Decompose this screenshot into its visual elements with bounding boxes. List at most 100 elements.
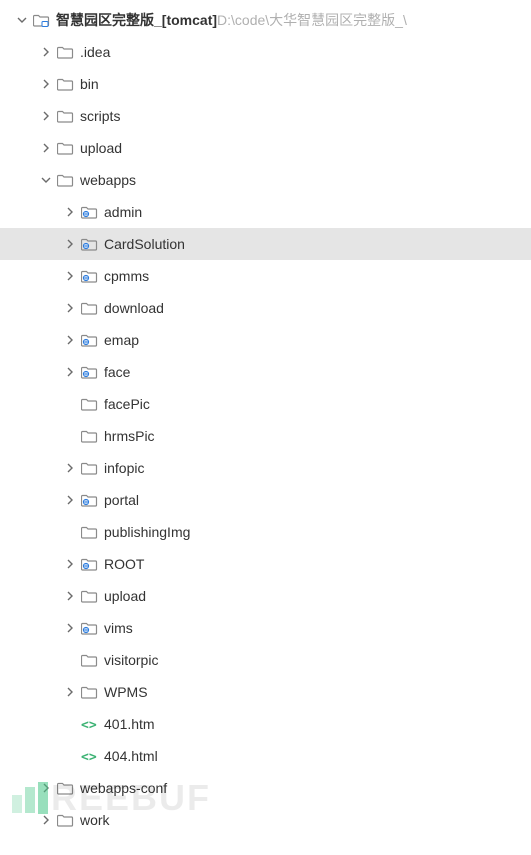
folder-icon xyxy=(80,459,98,477)
web-folder-icon xyxy=(80,235,98,253)
tree-node-label: upload xyxy=(104,588,146,604)
tree-node-label: upload xyxy=(80,140,122,156)
web-folder-icon xyxy=(80,203,98,221)
folder-icon xyxy=(56,139,74,157)
chevron-right-icon[interactable] xyxy=(62,556,78,572)
tree-node-label: webapps-conf xyxy=(80,780,167,796)
web-folder-icon xyxy=(80,555,98,573)
project-tag: [tomcat] xyxy=(162,12,217,28)
tree-node-label: infopic xyxy=(104,460,144,476)
folder-icon xyxy=(56,75,74,93)
web-folder-icon xyxy=(80,363,98,381)
tree-node-label: face xyxy=(104,364,130,380)
folder-icon xyxy=(80,523,98,541)
tree-row[interactable]: work xyxy=(0,804,531,836)
folder-icon xyxy=(80,683,98,701)
tree-row[interactable]: visitorpic xyxy=(0,644,531,676)
chevron-right-icon[interactable] xyxy=(62,460,78,476)
tree-node-label: vims xyxy=(104,620,133,636)
tree-row[interactable]: admin xyxy=(0,196,531,228)
tree-node-label: facePic xyxy=(104,396,150,412)
tree-node-label: visitorpic xyxy=(104,652,158,668)
tree-row[interactable]: download xyxy=(0,292,531,324)
web-folder-icon xyxy=(80,331,98,349)
chevron-right-icon[interactable] xyxy=(38,44,54,60)
folder-icon xyxy=(56,171,74,189)
chevron-right-icon[interactable] xyxy=(62,588,78,604)
folder-icon xyxy=(80,395,98,413)
project-path: D:\code\大华智慧园区完整版_\ xyxy=(217,10,407,30)
tree-row[interactable]: upload xyxy=(0,132,531,164)
tree-row[interactable]: <> 404.html xyxy=(0,740,531,772)
chevron-right-icon[interactable] xyxy=(62,620,78,636)
tree-node-label: hrmsPic xyxy=(104,428,155,444)
tree-row[interactable]: vims xyxy=(0,612,531,644)
tree-row[interactable]: WPMS xyxy=(0,676,531,708)
tree-node-label: WPMS xyxy=(104,684,148,700)
tree-row[interactable]: <> 401.htm xyxy=(0,708,531,740)
html-file-icon: <> xyxy=(80,715,98,733)
tree-row[interactable]: facePic xyxy=(0,388,531,420)
chevron-right-icon[interactable] xyxy=(62,236,78,252)
tree-row[interactable]: portal xyxy=(0,484,531,516)
tree-node-label: cpmms xyxy=(104,268,149,284)
tree-node-label: work xyxy=(80,812,110,828)
tree-row[interactable]: emap xyxy=(0,324,531,356)
folder-icon xyxy=(56,43,74,61)
folder-icon xyxy=(56,107,74,125)
tree-node-label: download xyxy=(104,300,164,316)
chevron-right-icon[interactable] xyxy=(62,268,78,284)
folder-icon xyxy=(80,651,98,669)
tree-row[interactable]: bin xyxy=(0,68,531,100)
tree-row[interactable]: .idea xyxy=(0,36,531,68)
tree-row[interactable]: scripts xyxy=(0,100,531,132)
tree-node-label: publishingImg xyxy=(104,524,190,540)
chevron-right-icon[interactable] xyxy=(38,108,54,124)
folder-icon xyxy=(80,299,98,317)
web-folder-icon xyxy=(80,267,98,285)
web-folder-icon xyxy=(80,619,98,637)
tree-node-label: CardSolution xyxy=(104,236,185,252)
chevron-right-icon[interactable] xyxy=(38,140,54,156)
tree-row[interactable]: publishingImg xyxy=(0,516,531,548)
chevron-right-icon[interactable] xyxy=(62,204,78,220)
tree-node-label: emap xyxy=(104,332,139,348)
chevron-right-icon[interactable] xyxy=(38,812,54,828)
tree-node-label: bin xyxy=(80,76,99,92)
chevron-right-icon[interactable] xyxy=(62,684,78,700)
folder-icon xyxy=(80,427,98,445)
tree-row[interactable]: upload xyxy=(0,580,531,612)
chevron-down-icon[interactable] xyxy=(14,12,30,28)
chevron-right-icon[interactable] xyxy=(62,332,78,348)
tree-node-label: webapps xyxy=(80,172,136,188)
tree-node-label: 智慧园区完整版_ xyxy=(56,10,162,30)
chevron-right-icon[interactable] xyxy=(38,780,54,796)
tree-row[interactable]: infopic xyxy=(0,452,531,484)
tree-row[interactable]: webapps xyxy=(0,164,531,196)
tree-row[interactable]: hrmsPic xyxy=(0,420,531,452)
chevron-down-icon[interactable] xyxy=(38,172,54,188)
project-folder-icon xyxy=(32,11,50,29)
chevron-right-icon[interactable] xyxy=(38,76,54,92)
tree-row[interactable]: webapps-conf xyxy=(0,772,531,804)
tree-node-label: 404.html xyxy=(104,748,158,764)
chevron-right-icon[interactable] xyxy=(62,364,78,380)
svg-text:<>: <> xyxy=(81,718,97,733)
folder-icon xyxy=(56,811,74,829)
project-tree[interactable]: 智慧园区完整版_ [tomcat] D:\code\大华智慧园区完整版_\.id… xyxy=(0,0,531,836)
tree-row[interactable]: 智慧园区完整版_ [tomcat] D:\code\大华智慧园区完整版_\ xyxy=(0,4,531,36)
web-folder-icon xyxy=(80,491,98,509)
tree-node-label: admin xyxy=(104,204,142,220)
tree-row[interactable]: CardSolution xyxy=(0,228,531,260)
tree-node-label: portal xyxy=(104,492,139,508)
chevron-right-icon[interactable] xyxy=(62,492,78,508)
tree-row[interactable]: ROOT xyxy=(0,548,531,580)
tree-node-label: scripts xyxy=(80,108,120,124)
folder-icon xyxy=(80,587,98,605)
html-file-icon: <> xyxy=(80,747,98,765)
chevron-right-icon[interactable] xyxy=(62,300,78,316)
tree-row[interactable]: face xyxy=(0,356,531,388)
svg-text:<>: <> xyxy=(81,750,97,765)
tree-node-label: 401.htm xyxy=(104,716,155,732)
tree-row[interactable]: cpmms xyxy=(0,260,531,292)
